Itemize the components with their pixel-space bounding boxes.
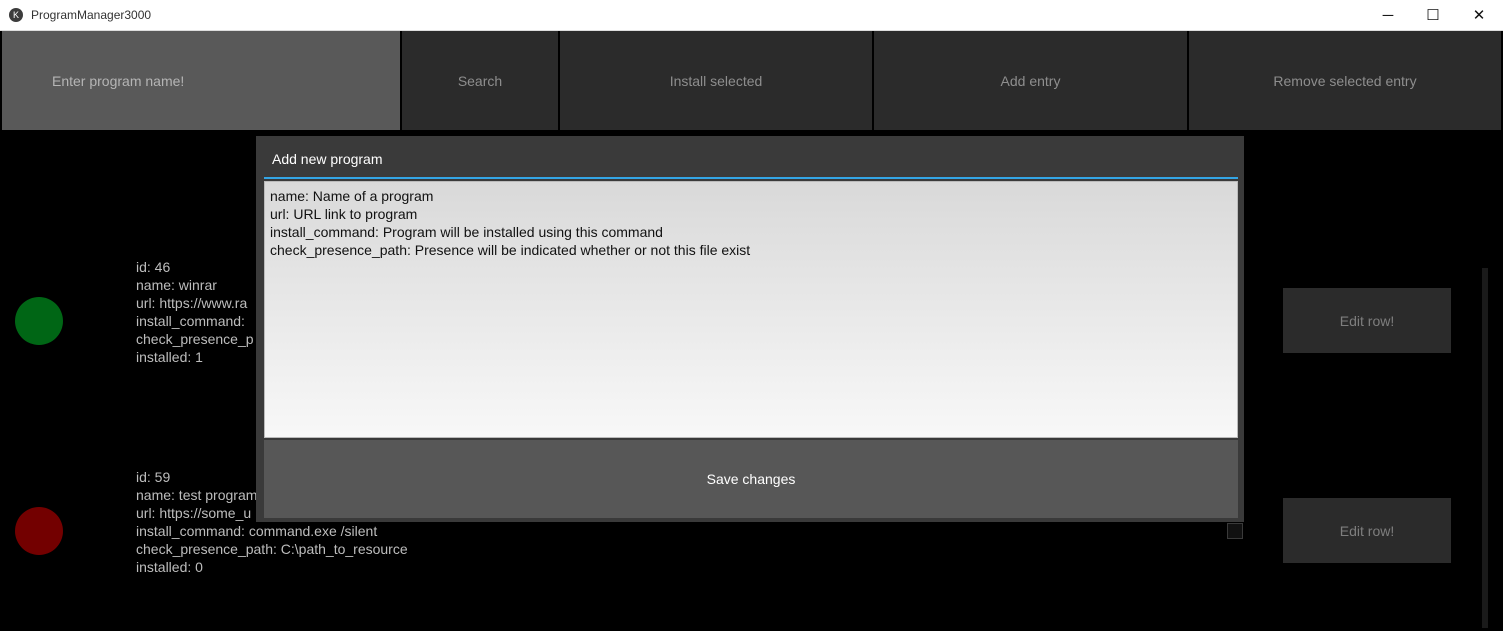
remove-entry-button[interactable]: Remove selected entry: [1189, 31, 1501, 130]
add-program-dialog: Add new program name: Name of a program …: [256, 136, 1244, 522]
toolbar: Search Install selected Add entry Remove…: [2, 31, 1501, 130]
add-entry-button[interactable]: Add entry: [874, 31, 1187, 130]
edit-row-button[interactable]: Edit row!: [1283, 498, 1451, 563]
close-icon[interactable]: ✕: [1456, 0, 1502, 31]
install-selected-button[interactable]: Install selected: [560, 31, 872, 130]
save-changes-button[interactable]: Save changes: [264, 440, 1238, 518]
program-row-details: id: 46 name: winrar url: https://www.ra …: [136, 259, 254, 365]
edit-row-button[interactable]: Edit row!: [1283, 288, 1451, 353]
kivy-icon: K: [9, 8, 23, 22]
search-field[interactable]: [2, 31, 400, 130]
dialog-separator: [264, 177, 1238, 179]
status-installed-indicator: [15, 297, 63, 345]
status-not-installed-indicator: [15, 507, 63, 555]
window-title: ProgramManager3000: [31, 8, 152, 22]
maximize-icon[interactable]: ☐: [1410, 0, 1456, 31]
title-bar: K ProgramManager3000 ─ ☐ ✕: [0, 0, 1503, 31]
program-details-textarea[interactable]: name: Name of a program url: URL link to…: [264, 181, 1238, 438]
search-button[interactable]: Search: [402, 31, 558, 130]
row-select-checkbox[interactable]: [1227, 523, 1243, 539]
search-input[interactable]: [2, 31, 400, 130]
dialog-title: Add new program: [272, 151, 383, 167]
scrollbar[interactable]: [1482, 268, 1488, 628]
minimize-icon[interactable]: ─: [1365, 0, 1411, 31]
